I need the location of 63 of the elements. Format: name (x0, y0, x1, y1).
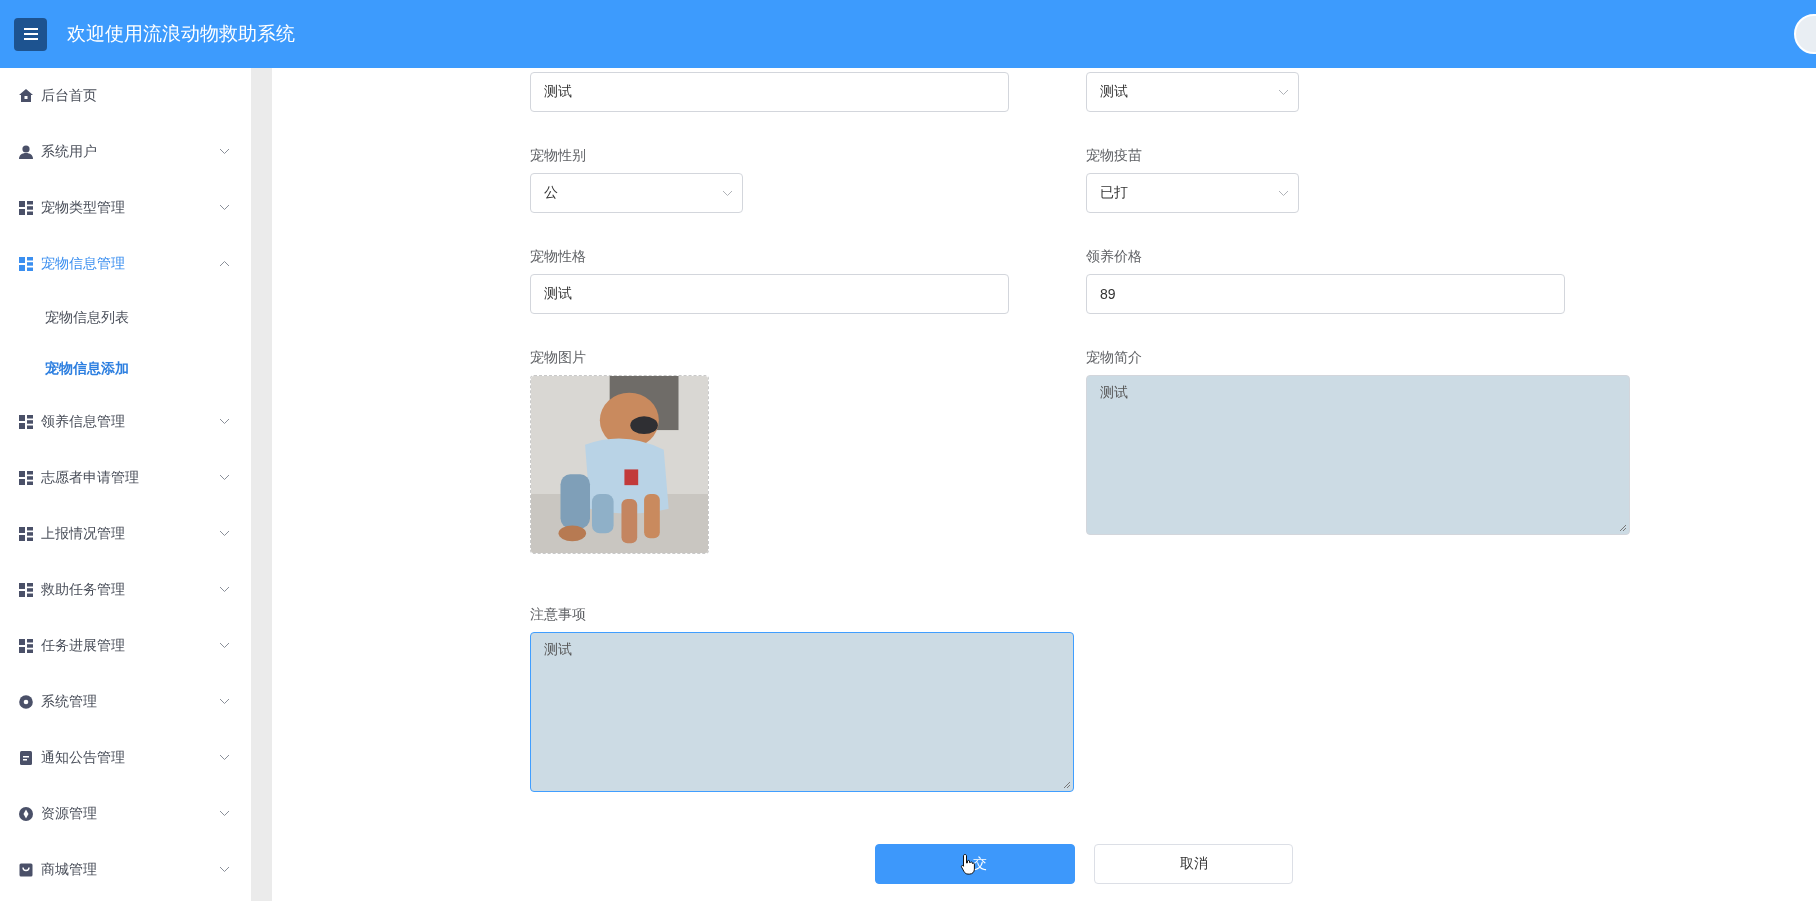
grid-icon (18, 526, 34, 542)
user-icon (18, 144, 34, 160)
chevron-icon (219, 148, 230, 155)
chevron-icon (219, 260, 230, 267)
grid-icon (18, 470, 34, 486)
chevron-icon (219, 204, 230, 211)
chevron-icon (219, 530, 230, 537)
chevron-icon (219, 586, 230, 593)
grid-icon (18, 638, 34, 654)
bag-icon (18, 862, 34, 878)
chevron-icon (1278, 89, 1289, 96)
chevron-icon (219, 698, 230, 705)
sidebar-item[interactable]: 资源管理 (0, 786, 251, 842)
sidebar-item[interactable]: 系统管理 (0, 674, 251, 730)
chevron-icon (219, 418, 230, 425)
gear-icon (18, 694, 34, 710)
text-field[interactable]: 测试 (530, 72, 1009, 112)
resize-handle-icon (1619, 524, 1627, 532)
dropdown-field[interactable]: 已打 (1086, 173, 1299, 213)
sidebar-item[interactable]: 上报情况管理 (0, 506, 251, 562)
field-label: 宠物性别 (530, 146, 586, 165)
sidebar-subitem[interactable]: 宠物信息列表 (0, 292, 251, 343)
document-icon (18, 750, 34, 766)
grid-icon (18, 200, 34, 216)
cancel-button[interactable]: 取消 (1094, 844, 1293, 884)
sidebar-subitem[interactable]: 宠物信息添加 (0, 343, 251, 394)
field-label: 领养价格 (1086, 247, 1142, 266)
grid-icon (18, 582, 34, 598)
text-area[interactable]: 测试 (530, 632, 1074, 792)
chevron-icon (219, 866, 230, 873)
sidebar-item[interactable]: 后台首页 (0, 68, 251, 124)
field-label: 宠物性格 (530, 247, 586, 266)
compass-icon (18, 806, 34, 822)
text-area[interactable]: 测试 (1086, 375, 1630, 535)
chevron-icon (219, 642, 230, 649)
resize-handle-icon (1063, 781, 1071, 789)
home-icon (18, 88, 34, 104)
sidebar-item[interactable]: 通知公告管理 (0, 730, 251, 786)
chevron-icon (219, 754, 230, 761)
chevron-icon (219, 810, 230, 817)
field-label: 宠物图片 (530, 348, 586, 367)
chevron-icon (1278, 190, 1289, 197)
dropdown-field[interactable]: 测试 (1086, 72, 1299, 112)
sidebar-item[interactable]: 宠物类型管理 (0, 180, 251, 236)
field-label: 宠物简介 (1086, 348, 1142, 367)
sidebar-item[interactable]: 商城管理 (0, 842, 251, 898)
field-label: 宠物疫苗 (1086, 146, 1142, 165)
app-title: 欢迎使用流浪动物救助系统 (67, 22, 295, 46)
sidebar-item[interactable]: 救助任务管理 (0, 562, 251, 618)
grid-icon (18, 256, 34, 272)
chevron-icon (219, 474, 230, 481)
dropdown-field[interactable]: 公 (530, 173, 743, 213)
sidebar-item[interactable]: 志愿者申请管理 (0, 450, 251, 506)
text-field[interactable]: 测试 (530, 274, 1009, 314)
menu-button[interactable] (14, 17, 47, 51)
sidebar-item[interactable]: 领养信息管理 (0, 394, 251, 450)
menu-icon (23, 28, 38, 40)
sidebar-item[interactable]: 系统用户 (0, 124, 251, 180)
grid-icon (18, 414, 34, 430)
text-field[interactable]: 89 (1086, 274, 1565, 314)
field-label: 注意事项 (530, 605, 586, 624)
sidebar-item[interactable]: 任务进展管理 (0, 618, 251, 674)
chevron-icon (722, 190, 733, 197)
